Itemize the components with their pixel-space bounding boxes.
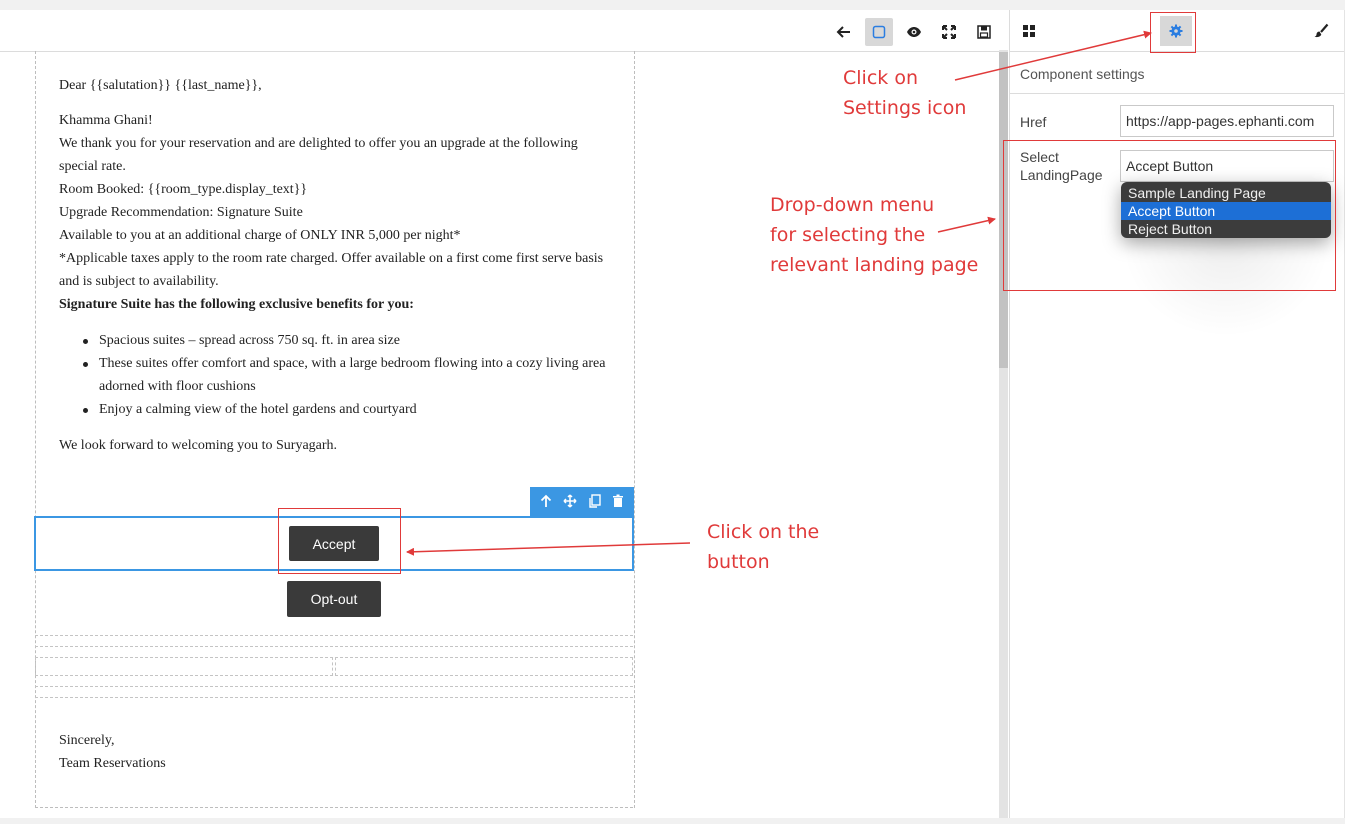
arrow-to-settings-icon [954, 30, 1152, 81]
arrow-to-dropdown [937, 216, 996, 233]
bottom-strip [0, 818, 1345, 824]
annotation-arrows [406, 30, 1152, 556]
arrow-to-accept-button [406, 542, 691, 556]
